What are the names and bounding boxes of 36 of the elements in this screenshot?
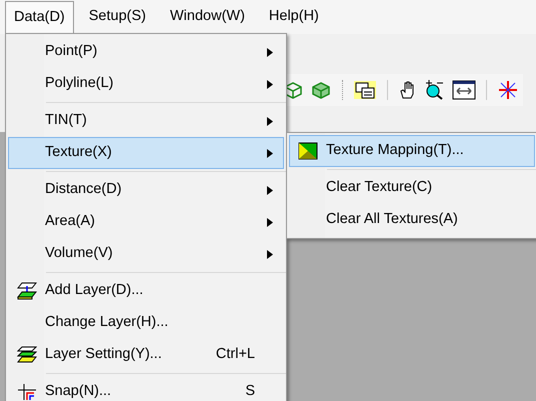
menu-bar-item[interactable]: Help(H): [260, 1, 328, 33]
menu-bar-item[interactable]: Data(D): [5, 1, 74, 33]
menu-item[interactable]: Clear All Textures(A): [289, 204, 535, 236]
submenu-arrow-icon: [267, 218, 273, 226]
menu-item[interactable]: Snap(N)... S: [8, 376, 284, 401]
submenu-arrow-icon: [267, 80, 273, 88]
submenu-arrow-icon: [267, 48, 273, 56]
shortcut-text: S: [245, 382, 255, 401]
menu-bar-item[interactable]: Setup(S): [80, 1, 155, 33]
menu-item[interactable]: TIN(T): [8, 105, 284, 137]
cube-icon[interactable]: [310, 80, 332, 100]
submenu-arrow-icon: [267, 116, 273, 126]
submenu-arrow-icon: [267, 186, 273, 194]
layers-icon: [17, 346, 37, 364]
menu-item[interactable]: Layer Setting(Y)... Ctrl+L: [8, 339, 284, 371]
layer-add-icon: [17, 282, 37, 300]
menu-item[interactable]: Clear Texture(C): [289, 172, 535, 204]
menu-item[interactable]: Polyline(L): [8, 68, 284, 100]
menu-item[interactable]: Texture Mapping(T)...: [289, 135, 535, 167]
crosshair-icon[interactable]: [497, 80, 519, 100]
menu-item[interactable]: Area(A): [8, 206, 284, 238]
menu-item[interactable]: Distance(D): [8, 174, 284, 206]
menu-item[interactable]: Texture(X): [8, 137, 284, 169]
zoom-icon[interactable]: [424, 80, 446, 100]
submenu-arrow-icon: [267, 148, 273, 158]
shortcut-text: Ctrl+L: [216, 345, 255, 364]
menu-item[interactable]: Volume(V): [8, 238, 284, 270]
menu-item[interactable]: Point(P): [8, 36, 284, 68]
fit-width-icon[interactable]: [452, 80, 476, 100]
windows-icon[interactable]: [353, 80, 377, 100]
texture-icon: [298, 142, 318, 160]
menu-bar-item[interactable]: Window(W): [161, 1, 254, 33]
submenu-arrow-icon: [267, 250, 273, 258]
snap-icon: [17, 383, 37, 401]
menu-item[interactable]: Add Layer(D)...: [8, 275, 284, 307]
menu-item[interactable]: Change Layer(H)...: [8, 307, 284, 339]
